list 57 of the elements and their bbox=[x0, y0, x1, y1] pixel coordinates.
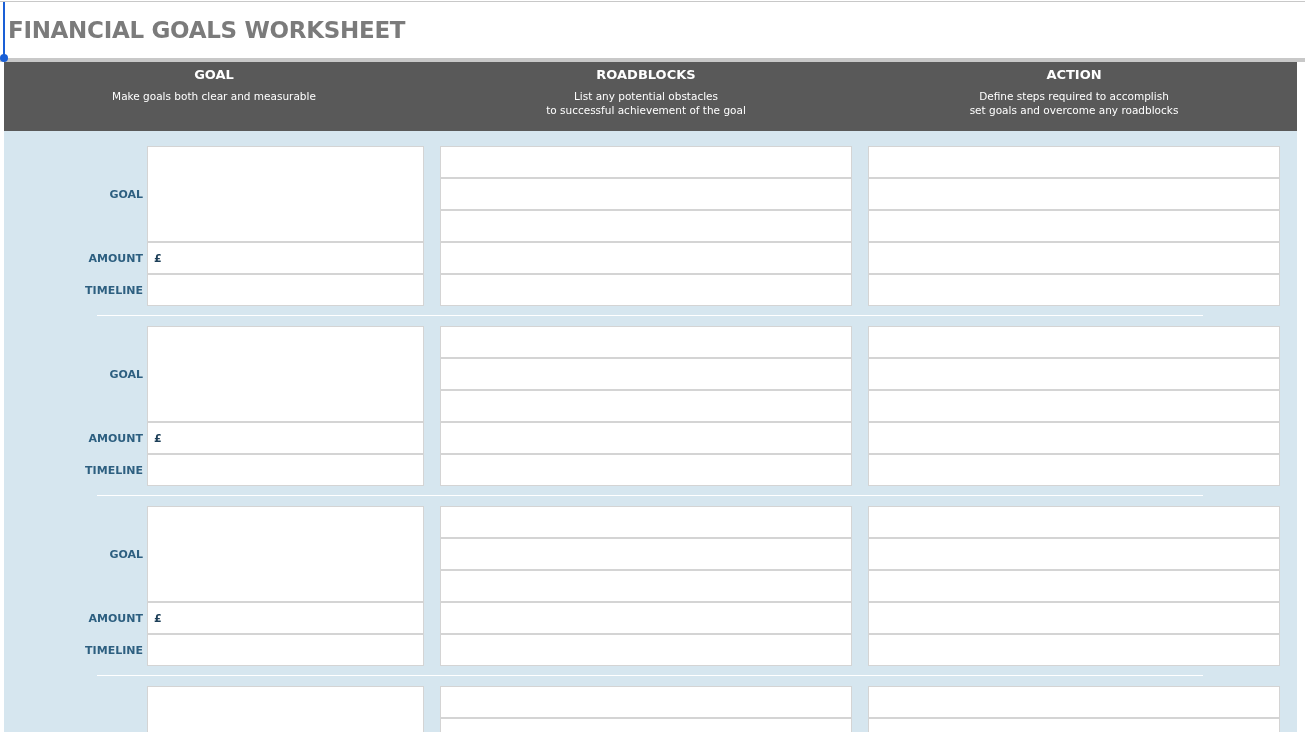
roadblock-field[interactable] bbox=[440, 686, 852, 718]
roadblock-field[interactable] bbox=[440, 178, 852, 210]
roadblock-field[interactable] bbox=[440, 506, 852, 538]
action-field[interactable] bbox=[868, 178, 1280, 210]
roadblock-field[interactable] bbox=[440, 422, 852, 454]
column-heading: GOAL bbox=[194, 67, 234, 82]
column-description: Make goals both clear and measurable bbox=[112, 89, 316, 103]
roadblock-field[interactable] bbox=[440, 602, 852, 634]
action-field[interactable] bbox=[868, 422, 1280, 454]
action-field[interactable] bbox=[868, 686, 1280, 718]
roadblock-field[interactable] bbox=[440, 210, 852, 242]
goal-field[interactable] bbox=[147, 146, 424, 242]
amount-field[interactable]: £ bbox=[147, 242, 424, 274]
column-heading: ROADBLOCKS bbox=[596, 67, 696, 82]
timeline-field[interactable] bbox=[147, 634, 424, 666]
roadblock-field[interactable] bbox=[440, 326, 852, 358]
action-field[interactable] bbox=[868, 210, 1280, 242]
action-field[interactable] bbox=[868, 358, 1280, 390]
roadblock-field[interactable] bbox=[440, 538, 852, 570]
amount-field[interactable]: £ bbox=[147, 602, 424, 634]
action-field[interactable] bbox=[868, 538, 1280, 570]
worksheet-title: FINANCIAL GOALS WORKSHEET bbox=[8, 17, 406, 43]
goal-field[interactable] bbox=[147, 506, 424, 602]
goal-field[interactable] bbox=[147, 326, 424, 422]
action-field[interactable] bbox=[868, 146, 1280, 178]
timeline-field[interactable] bbox=[147, 274, 424, 306]
action-field[interactable] bbox=[868, 454, 1280, 486]
roadblock-field[interactable] bbox=[440, 634, 852, 666]
goal-label: GOAL bbox=[108, 186, 144, 203]
column-description: Define steps required to accomplish set goals and overcome any roadblocks bbox=[969, 89, 1179, 117]
timeline-field[interactable] bbox=[147, 454, 424, 486]
roadblock-field[interactable] bbox=[440, 274, 852, 306]
action-field[interactable] bbox=[868, 390, 1280, 422]
amount-field[interactable]: £ bbox=[147, 422, 424, 454]
action-field[interactable] bbox=[868, 634, 1280, 666]
amount-label: AMOUNT bbox=[87, 250, 144, 267]
action-field[interactable] bbox=[868, 506, 1280, 538]
timeline-label: TIMELINE bbox=[84, 282, 144, 299]
action-field[interactable] bbox=[868, 570, 1280, 602]
roadblock-field[interactable] bbox=[440, 390, 852, 422]
action-field[interactable] bbox=[868, 326, 1280, 358]
action-field[interactable] bbox=[868, 602, 1280, 634]
amount-label: AMOUNT bbox=[87, 610, 144, 627]
column-description: List any potential obstacles to successful achievement of the goal bbox=[546, 89, 746, 117]
column-heading: ACTION bbox=[1046, 67, 1102, 82]
roadblock-field[interactable] bbox=[440, 454, 852, 486]
timeline-label: TIMELINE bbox=[84, 642, 144, 659]
roadblock-field[interactable] bbox=[440, 358, 852, 390]
goal-label: GOAL bbox=[108, 366, 144, 383]
roadblock-field[interactable] bbox=[440, 570, 852, 602]
goal-label: GOAL bbox=[108, 546, 144, 563]
timeline-label: TIMELINE bbox=[84, 462, 144, 479]
roadblock-field[interactable] bbox=[440, 242, 852, 274]
action-field[interactable] bbox=[868, 242, 1280, 274]
amount-label: AMOUNT bbox=[87, 430, 144, 447]
roadblock-field[interactable] bbox=[440, 146, 852, 178]
action-field[interactable] bbox=[868, 274, 1280, 306]
